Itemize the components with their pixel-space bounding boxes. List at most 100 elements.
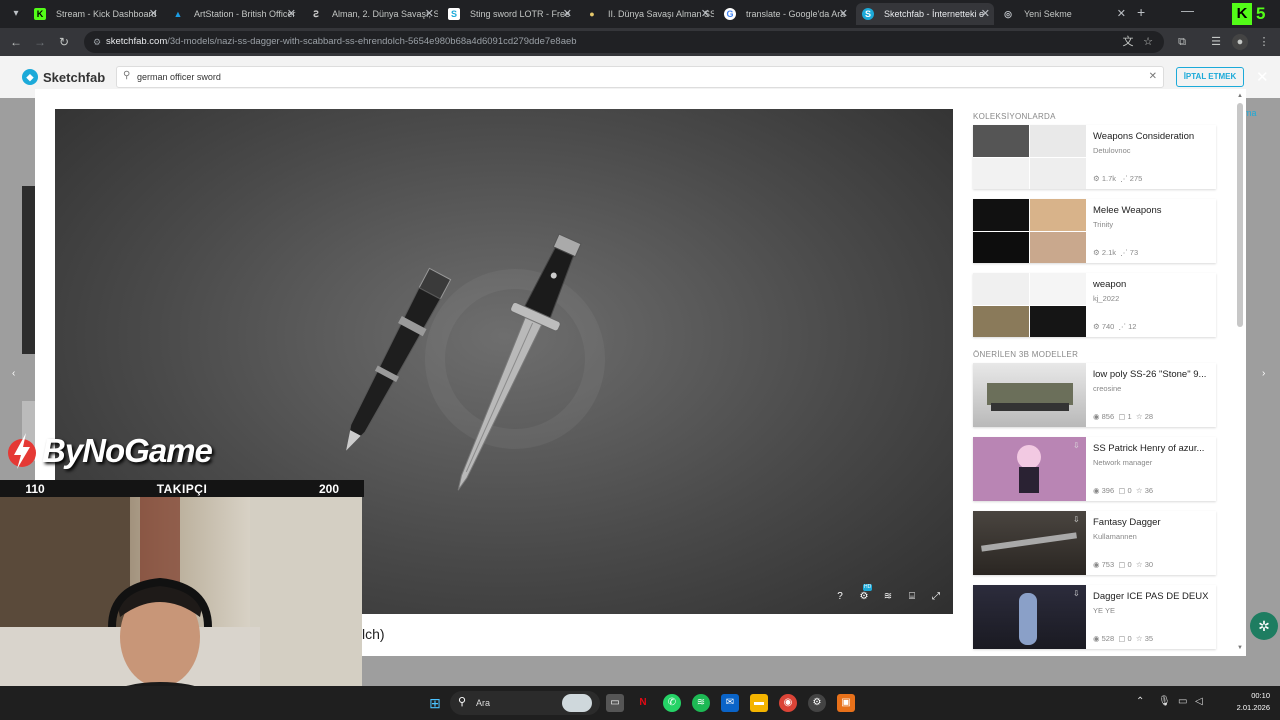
stat-value: 30 [1144,560,1154,569]
tab-alman-dunya-savasi[interactable]: Ꙅ Alman, 2. Dünya Savaşı, S ✕ [304,3,438,25]
tab-sting-sword[interactable]: S Sting sword LOTR - Free ✕ [442,3,576,25]
fullscreen-icon[interactable]: ⤢ [929,590,943,604]
tab-title: Stream - Kick Dashboard [56,9,157,19]
comments-icon: ▢ [1118,560,1126,569]
collection-stats: ⚙ 740 ⋰ 12 [1093,322,1136,331]
profile-avatar-icon[interactable]: ● [1232,34,1248,50]
taskbar-search[interactable]: ⚲ Ara [450,691,600,715]
folder-icon[interactable]: ▬ [750,694,768,712]
tab-google-translate[interactable]: G translate - Google'da Ara ✕ [718,3,852,25]
scroll-down-icon[interactable]: ▼ [1237,645,1243,651]
sketchfab-logo-text: Sketchfab [43,69,106,85]
comments-icon: ▢ [1118,412,1126,421]
chrome-icon: ◎ [1004,9,1012,19]
stat-value: 12 [1128,322,1137,331]
model-title: Dagger ICE PAS DE DEUX [1093,591,1209,602]
tab-artstation[interactable]: ▲ ArtStation - British Officer ✕ [166,3,300,25]
spotify-icon[interactable]: ≋ [692,694,710,712]
site-info-icon[interactable]: ⚙ [90,35,104,49]
layers-icon[interactable]: ≋ [881,590,895,604]
cancel-search-button[interactable]: İPTAL ETMEK [1176,67,1244,87]
windows-start-icon[interactable]: ⊞ [426,694,444,712]
netflix-icon[interactable]: N [634,694,652,712]
carousel-right-icon: › [1262,368,1266,379]
collection-author: Detulovnoc [1093,146,1131,155]
close-icon[interactable]: ✕ [287,3,296,25]
recommended-model-card[interactable]: ⇩ Dagger ICE PAS DE DEUX YE YE ◉ 528 ▢ 0… [973,585,1216,649]
recommended-model-card[interactable]: ⇩ SS Patrick Henry of azur... Network ma… [973,437,1216,501]
collection-stats: ⚙ 2.1k ⋰ 73 [1093,248,1138,257]
close-icon[interactable]: ✕ [149,3,158,25]
clear-search-icon[interactable]: ✕ [1149,67,1157,87]
close-icon[interactable]: ✕ [839,3,848,25]
bynogame-logo: ByNoGame [6,426,213,476]
kick-badge: K 5 [1232,3,1276,25]
stat-value: 740 [1101,322,1115,331]
model-author: Kullamannen [1093,532,1137,541]
follower-current: 110 [25,481,45,496]
clock-time: 00:10 [1251,691,1270,700]
reload-icon[interactable]: ↻ [56,34,72,50]
forward-icon[interactable]: → [32,34,48,50]
chrome-taskbar-icon[interactable]: ◉ [779,694,797,712]
stat-value: 0 [1127,560,1132,569]
collection-card[interactable]: Weapons Consideration Detulovnoc ⚙ 1.7k … [973,125,1216,189]
stat-value: 396 [1101,486,1115,495]
close-icon[interactable]: ✕ [701,3,710,25]
sketchfab-logo[interactable]: ◆ Sketchfab [22,68,105,86]
address-bar[interactable]: ⚙ sketchfab.com/3d-models/nazi-ss-dagger… [84,31,1164,53]
stat-value: 856 [1101,412,1115,421]
help-icon[interactable]: ? [833,590,847,604]
bookmark-star-icon[interactable]: ☆ [1140,34,1156,50]
volume-icon[interactable]: ◁ [1195,696,1203,707]
stat-value: 528 [1101,634,1115,643]
tab-kick-dashboard[interactable]: K Stream - Kick Dashboard ✕ [28,3,162,25]
followers-icon: ⋰ [1118,322,1127,331]
whatsapp-icon[interactable]: ✆ [663,694,681,712]
model-stats: ◉ 753 ▢ 0 ☆ 30 [1093,560,1153,569]
file-manager-icon[interactable]: ▭ [606,694,624,712]
tab-sketchfab-active[interactable]: S Sketchfab - İnternetteki e ✕ [856,3,994,25]
menu-kebab-icon[interactable]: ⋮ [1256,34,1272,50]
tray-overflow-icon[interactable]: ⌃ [1136,696,1144,707]
close-icon[interactable]: ✕ [1117,3,1126,25]
close-icon[interactable]: ✕ [425,3,434,25]
recommended-model-card[interactable]: low poly SS-26 "Stone" 9... creosine ◉ 8… [973,363,1216,427]
translate-icon[interactable]: 文 [1120,34,1136,50]
recommended-heading: ÖNERİLEN 3B MODELLER [973,350,1079,359]
tab-new-tab[interactable]: ◎ Yeni Sekme ✕ [996,3,1130,25]
settings-icon[interactable]: ⚙ HD [857,584,873,604]
tab-search-icon[interactable]: ▾ [8,6,24,22]
tab-ii-dunya-savasi[interactable]: ● II. Dünya Savaşı Alman SS ✕ [580,3,714,25]
vr-icon[interactable]: ⌸ [905,590,919,604]
kick-badge-number: 5 [1256,4,1266,23]
new-tab-icon[interactable]: + [1137,4,1145,20]
collection-card[interactable]: weapon kj_2022 ⚙ 740 ⋰ 12 [973,273,1216,337]
modal-scrollbar[interactable] [1237,103,1243,327]
minimize-icon[interactable]: — [1181,3,1194,18]
back-icon[interactable]: ← [8,34,24,50]
app-icon[interactable]: ▣ [837,694,855,712]
search-icon: ⚲ [123,70,131,81]
tab-search-icon[interactable]: ☰ [1208,34,1224,50]
search-input[interactable]: ⚲ german officer sword ✕ [116,66,1164,88]
extensions-icon[interactable]: ⧉ [1174,34,1190,50]
microphone-icon[interactable]: 🎙 [1158,696,1171,707]
collection-title: Melee Weapons [1093,205,1162,216]
network-icon[interactable]: ▭ [1178,696,1187,707]
close-icon[interactable]: ✕ [981,3,990,25]
app-icon[interactable]: ⚙ [808,694,826,712]
tab-title: II. Dünya Savaşı Alman SS [608,9,714,19]
stat-value: 275 [1129,174,1143,183]
close-icon[interactable]: ✕ [563,3,572,25]
modal-close-icon[interactable]: ✕ [1256,68,1269,86]
likes-icon: ☆ [1135,412,1143,421]
modal-sidebar: KOLEKSİYONLARDA Weapons Consideration De… [973,109,1223,656]
recommended-model-card[interactable]: ⇩ Fantasy Dagger Kullamannen ◉ 753 ▢ 0 ☆… [973,511,1216,575]
taskbar-clock[interactable]: 00:10 2.01.2026 [1237,690,1270,714]
collection-card[interactable]: Melee Weapons Trinity ⚙ 2.1k ⋰ 73 [973,199,1216,263]
scroll-up-icon[interactable]: ▲ [1237,93,1243,99]
chatgpt-extension-icon[interactable]: ✲ [1250,612,1278,640]
mail-icon[interactable]: ✉ [721,694,739,712]
model-author: YE YE [1093,606,1115,615]
